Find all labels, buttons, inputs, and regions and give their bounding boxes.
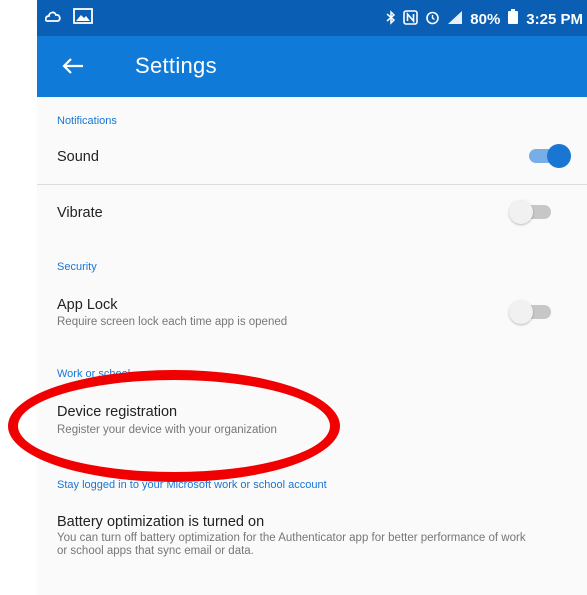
section-header-security: Security	[57, 261, 97, 273]
page-title: Settings	[135, 53, 217, 78]
sound-toggle[interactable]	[523, 142, 571, 170]
section-header-notifications: Notifications	[57, 115, 117, 127]
section-header-stay-logged-in: Stay logged in to your Microsoft work or…	[57, 479, 327, 491]
weather-icon	[44, 8, 63, 28]
back-button[interactable]	[55, 49, 91, 85]
setting-title: Sound	[57, 149, 99, 165]
toggle-thumb	[547, 144, 571, 168]
image-icon	[73, 8, 93, 28]
setting-subtitle: Register your device with your organizat…	[57, 424, 277, 436]
setting-title: Battery optimization is turned on	[57, 514, 265, 530]
phone-screen: 80% 3:25 PM Settings Notifications Sound…	[37, 0, 587, 595]
bluetooth-icon	[386, 9, 396, 29]
setting-title: Vibrate	[57, 205, 103, 221]
status-bar: 80% 3:25 PM	[37, 0, 587, 36]
setting-subtitle: You can turn off battery optimization fo…	[57, 532, 526, 557]
nfc-icon	[403, 9, 419, 29]
vibrate-toggle[interactable]	[509, 198, 557, 226]
setting-subtitle: Require screen lock each time app is ope…	[57, 316, 288, 328]
setting-title: Device registration	[57, 404, 178, 420]
page-margin	[0, 0, 37, 595]
setting-title: App Lock	[57, 297, 118, 313]
signal-icon	[447, 10, 463, 29]
arrow-left-icon	[62, 49, 84, 82]
toggle-thumb	[509, 300, 533, 324]
battery-icon	[507, 9, 519, 29]
toggle-thumb	[509, 200, 533, 224]
clock-time: 3:25 PM	[526, 10, 583, 28]
alarm-icon	[425, 10, 440, 29]
battery-percent: 80%	[470, 10, 501, 28]
app-bar: Settings	[37, 36, 587, 97]
divider	[37, 184, 587, 185]
section-header-work-school: Work or school	[57, 368, 131, 380]
app-lock-toggle[interactable]	[509, 298, 557, 326]
